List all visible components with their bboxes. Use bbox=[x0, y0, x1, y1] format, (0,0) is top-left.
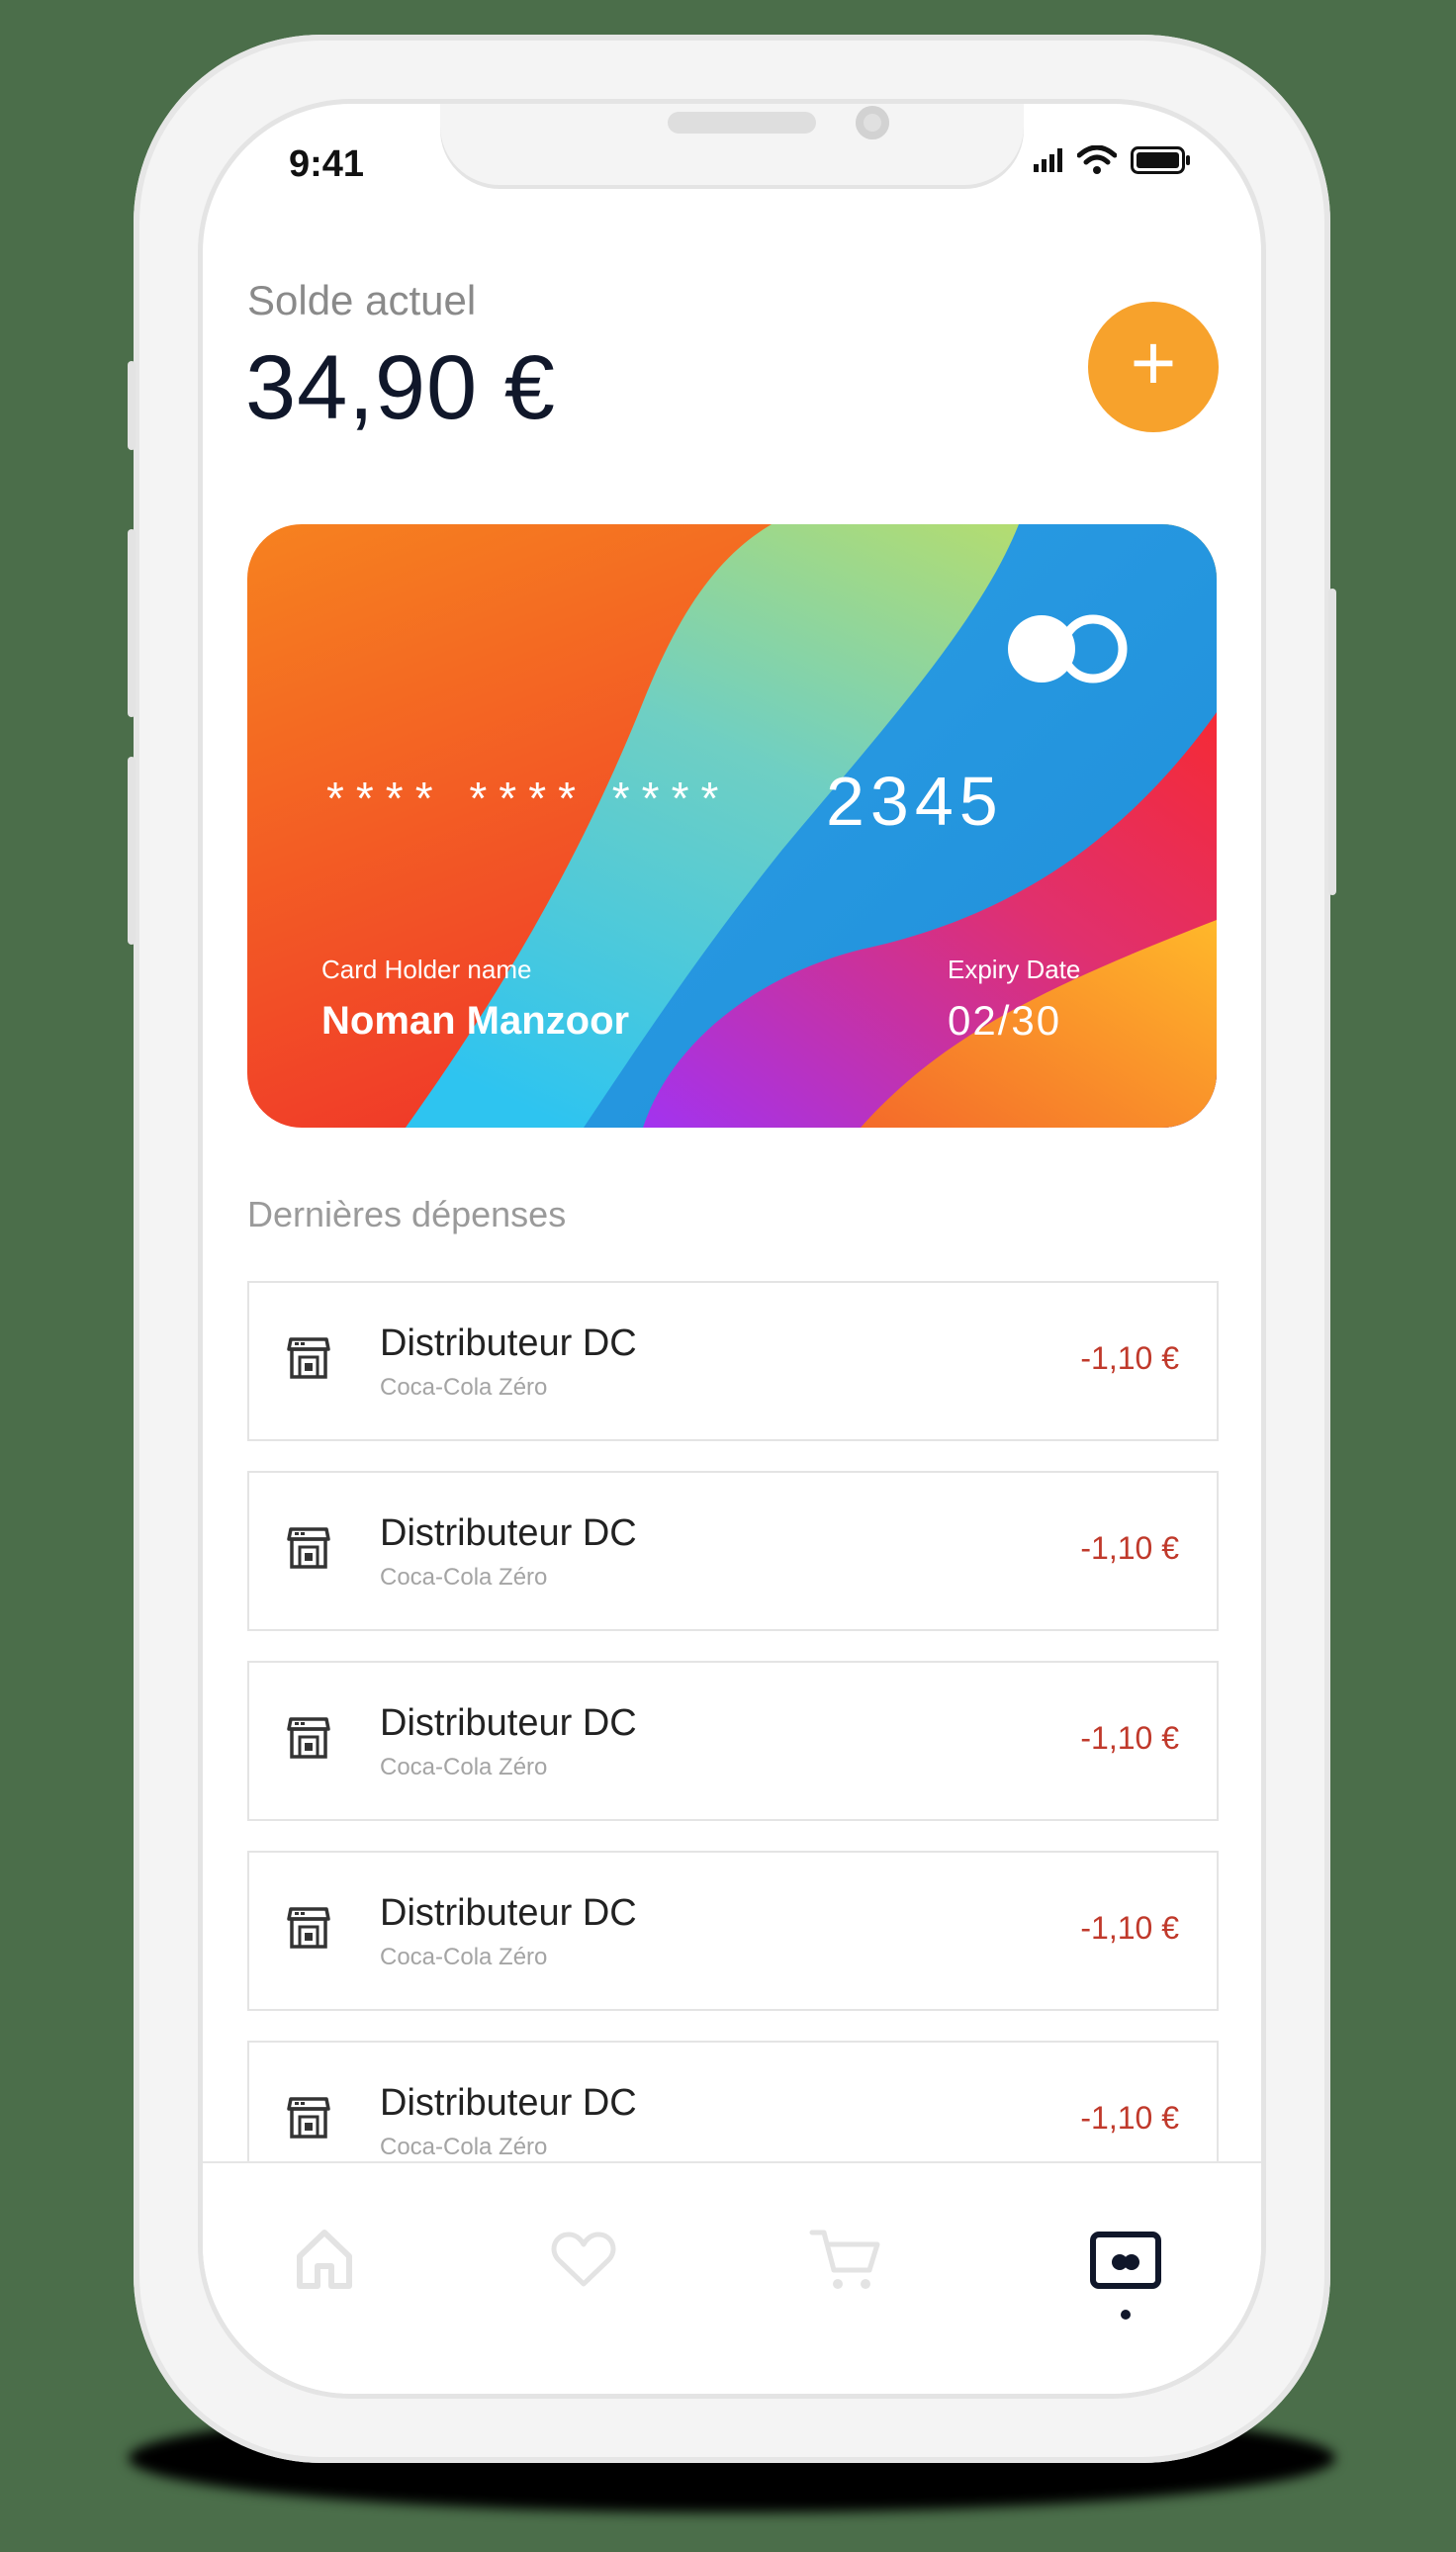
expense-subtitle: Coca-Cola Zéro bbox=[380, 1564, 548, 1591]
expense-amount: -1,10 € bbox=[1080, 2100, 1179, 2136]
card-holder-name: Noman Manzoor bbox=[321, 999, 630, 1043]
cellular-signal-icon bbox=[1034, 148, 1062, 172]
balance-label: Solde actuel bbox=[247, 277, 477, 323]
expense-list: Distributeur DC Coca-Cola Zéro -1,10 € D… bbox=[247, 1281, 1219, 2161]
expense-subtitle: Coca-Cola Zéro bbox=[380, 1374, 548, 1401]
expense-title: Distributeur DC bbox=[380, 2082, 637, 2124]
expense-row[interactable]: Distributeur DC Coca-Cola Zéro -1,10 € bbox=[247, 1851, 1219, 2011]
card-icon[interactable] bbox=[1088, 2225, 1163, 2294]
expense-subtitle: Coca-Cola Zéro bbox=[380, 1944, 548, 1970]
cart-icon[interactable] bbox=[808, 2225, 883, 2294]
active-tab-indicator bbox=[1121, 2310, 1131, 2320]
expiry-label: Expiry Date bbox=[948, 955, 1081, 984]
card-brand-logo bbox=[1008, 614, 1128, 684]
status-time: 9:41 bbox=[289, 143, 365, 185]
wifi-icon bbox=[1077, 145, 1117, 174]
card-holder-label: Card Holder name bbox=[321, 955, 532, 984]
vending-machine-icon bbox=[287, 1717, 330, 1759]
expense-title: Distributeur DC bbox=[380, 1322, 637, 1364]
balance-value: 34,90 € bbox=[245, 337, 556, 438]
payment-card[interactable]: **** **** **** 2345 Card Holder name Nom… bbox=[247, 524, 1217, 1128]
recent-expenses-title: Dernières dépenses bbox=[247, 1194, 567, 1234]
card-number-masked: **** **** **** bbox=[326, 773, 731, 824]
power-button bbox=[1328, 589, 1336, 895]
expense-row[interactable]: Distributeur DC Coca-Cola Zéro -1,10 € bbox=[247, 1281, 1219, 1441]
expense-subtitle: Coca-Cola Zéro bbox=[380, 2134, 548, 2160]
expense-row[interactable]: Distributeur DC Coca-Cola Zéro -1,10 € bbox=[247, 1471, 1219, 1631]
vending-machine-icon bbox=[287, 1907, 330, 1949]
volume-up-button bbox=[128, 529, 136, 717]
phone-frame: 9:41 Solde actuel 34,90 € + **** **** **… bbox=[128, 35, 1336, 2463]
speaker bbox=[668, 112, 816, 134]
expense-amount: -1,10 € bbox=[1080, 1530, 1179, 1566]
battery-icon bbox=[1131, 146, 1190, 174]
card-number-last-digits: 2345 bbox=[826, 763, 1004, 840]
expense-row[interactable]: Distributeur DC Coca-Cola Zéro -1,10 € bbox=[247, 1661, 1219, 1821]
notch bbox=[440, 104, 1024, 185]
expense-title: Distributeur DC bbox=[380, 1892, 637, 1934]
expiry-date: 02/30 bbox=[948, 997, 1062, 1044]
silent-switch bbox=[128, 361, 136, 450]
status-icons bbox=[1034, 145, 1192, 175]
app-screen: 9:41 Solde actuel 34,90 € + **** **** **… bbox=[203, 104, 1261, 2394]
expense-amount: -1,10 € bbox=[1080, 1910, 1179, 1946]
expense-row[interactable]: Distributeur DC Coca-Cola Zéro -1,10 € bbox=[247, 2041, 1219, 2161]
vending-machine-icon bbox=[287, 2097, 330, 2139]
front-camera bbox=[856, 106, 889, 139]
vending-machine-icon bbox=[287, 1337, 330, 1379]
add-funds-button[interactable]: + bbox=[1088, 302, 1219, 432]
expense-title: Distributeur DC bbox=[380, 1512, 637, 1554]
expense-amount: -1,10 € bbox=[1080, 1720, 1179, 1756]
vending-machine-icon bbox=[287, 1527, 330, 1569]
expense-title: Distributeur DC bbox=[380, 1702, 637, 1744]
expense-amount: -1,10 € bbox=[1080, 1340, 1179, 1376]
expense-subtitle: Coca-Cola Zéro bbox=[380, 1754, 548, 1780]
heart-icon[interactable] bbox=[549, 2225, 618, 2294]
bottom-tab-bar bbox=[203, 2161, 1261, 2394]
home-icon[interactable] bbox=[290, 2225, 359, 2294]
volume-down-button bbox=[128, 757, 136, 945]
